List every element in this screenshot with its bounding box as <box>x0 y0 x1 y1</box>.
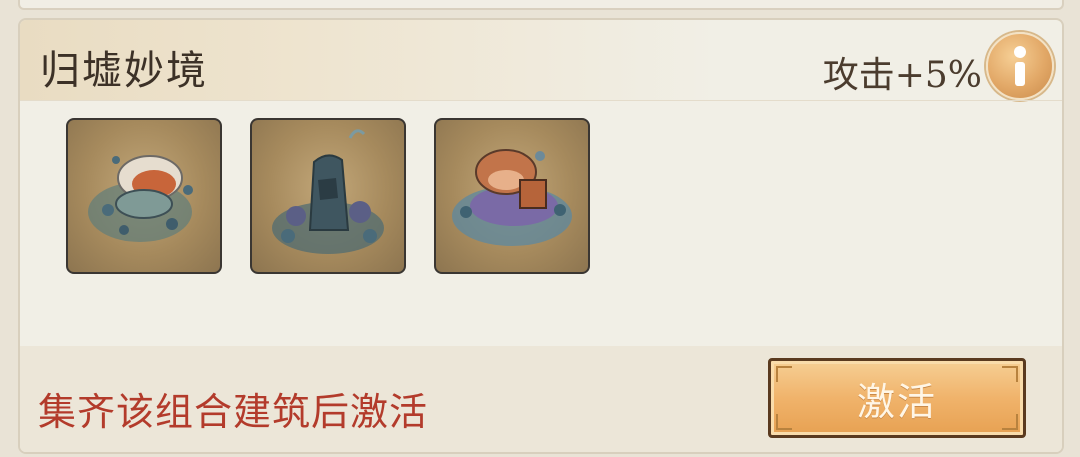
combo-card: 归墟妙境 攻击+5% 集齐该组合建筑后激活 激活 <box>18 18 1064 454</box>
divider <box>20 100 1062 101</box>
building-list <box>66 118 590 274</box>
info-button[interactable] <box>986 32 1054 100</box>
building-slot-3[interactable] <box>434 118 590 274</box>
rock-tower-icon <box>272 129 384 254</box>
activation-hint: 集齐该组合建筑后激活 <box>38 390 429 434</box>
combo-title: 归墟妙境 <box>40 48 208 94</box>
building-slot-1[interactable] <box>66 118 222 274</box>
activate-button[interactable]: 激活 <box>768 358 1026 438</box>
footer-bar: 集齐该组合建筑后激活 激活 <box>20 346 1062 452</box>
previous-card-edge <box>18 0 1064 10</box>
coral-house-icon <box>452 149 572 246</box>
building-slot-2[interactable] <box>250 118 406 274</box>
shell-pavilion-icon <box>88 155 193 242</box>
info-icon <box>1013 46 1027 86</box>
activate-button-label: 激活 <box>856 379 937 424</box>
bonus-text: 攻击+5% <box>822 55 982 96</box>
